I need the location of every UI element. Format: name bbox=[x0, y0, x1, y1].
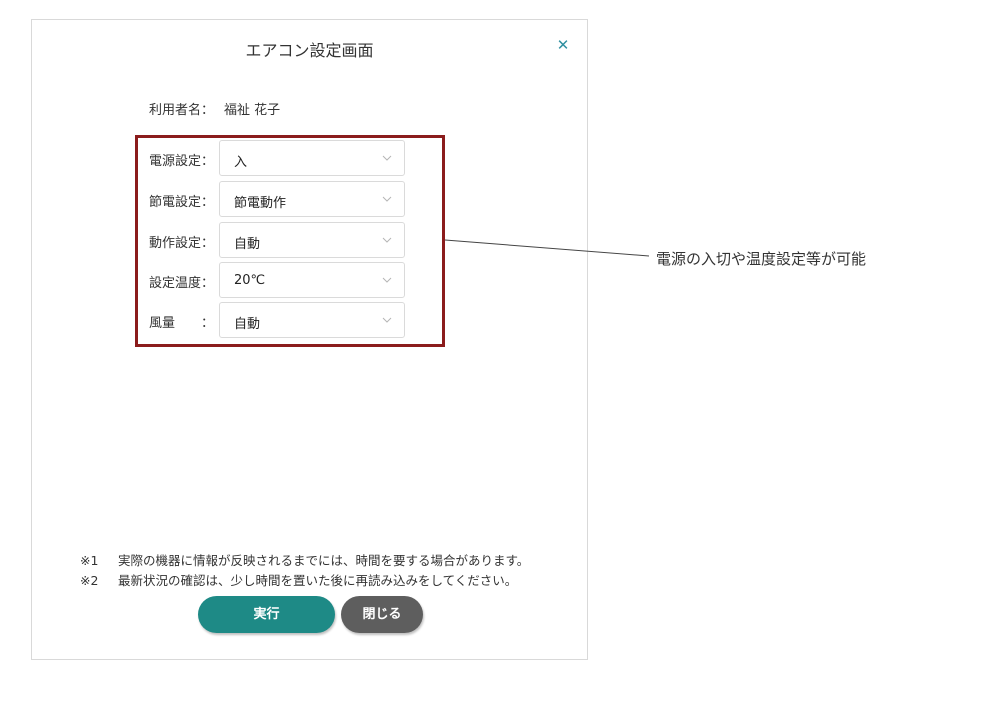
power-select[interactable]: 入 bbox=[219, 140, 405, 176]
settings-highlight-box: 電源設定： 入 節電設定： 節電動作 動作設定： 自動 設定温度： 20℃ 風量… bbox=[135, 135, 445, 347]
note-text: 最新状況の確認は、少し時間を置いた後に再読み込みをしてください。 bbox=[118, 573, 518, 588]
user-name: 福祉 花子 bbox=[224, 103, 281, 118]
note-mark: ※2 bbox=[80, 573, 99, 588]
setting-label-temperature: 設定温度： bbox=[149, 276, 215, 291]
note-item: ※1 実際の機器に情報が反映されるまでには、時間を要する場合があります。 bbox=[80, 551, 529, 571]
mode-select-value: 自動 bbox=[234, 237, 261, 252]
setting-row-fan-speed: 風量 ： 自動 bbox=[138, 302, 442, 340]
setting-label-mode: 動作設定： bbox=[149, 236, 215, 251]
power-saving-select[interactable]: 節電動作 bbox=[219, 181, 405, 217]
chevron-down-icon bbox=[382, 237, 392, 243]
aircon-settings-dialog: エアコン設定画面 ✕ 利用者名： 福祉 花子 電源設定： 入 節電設定： 節電動作 bbox=[31, 19, 588, 660]
power-select-value: 入 bbox=[234, 155, 248, 170]
close-icon[interactable]: ✕ bbox=[554, 34, 572, 56]
chevron-down-icon bbox=[382, 196, 392, 202]
notes: ※1 実際の機器に情報が反映されるまでには、時間を要する場合があります。 ※2 最新… bbox=[80, 551, 529, 591]
user-label: 利用者名： bbox=[149, 103, 215, 118]
note-text: 実際の機器に情報が反映されるまでには、時間を要する場合があります。 bbox=[118, 553, 530, 568]
setting-row-power: 電源設定： 入 bbox=[138, 140, 442, 178]
setting-label-power-saving: 節電設定： bbox=[149, 195, 215, 210]
setting-row-temperature: 設定温度： 20℃ bbox=[138, 262, 442, 300]
execute-button[interactable]: 実行 bbox=[198, 596, 335, 633]
setting-row-mode: 動作設定： 自動 bbox=[138, 222, 442, 260]
close-button[interactable]: 閉じる bbox=[341, 596, 423, 633]
fan-speed-select[interactable]: 自動 bbox=[219, 302, 405, 338]
temperature-select[interactable]: 20℃ bbox=[219, 262, 405, 298]
callout-text: 電源の入切や温度設定等が可能 bbox=[656, 250, 867, 268]
user-row: 利用者名： 福祉 花子 bbox=[149, 99, 280, 118]
setting-label-power: 電源設定： bbox=[149, 154, 215, 169]
dialog-title: エアコン設定画面 bbox=[245, 41, 374, 60]
note-mark: ※1 bbox=[80, 553, 99, 568]
fan-speed-select-value: 自動 bbox=[234, 317, 261, 332]
setting-label-fan-speed: 風量 ： bbox=[149, 316, 215, 331]
temperature-select-value: 20℃ bbox=[234, 273, 266, 288]
stage: エアコン設定画面 ✕ 利用者名： 福祉 花子 電源設定： 入 節電設定： 節電動作 bbox=[0, 0, 1000, 706]
note-item: ※2 最新状況の確認は、少し時間を置いた後に再読み込みをしてください。 bbox=[80, 571, 529, 591]
chevron-down-icon bbox=[382, 155, 392, 161]
setting-row-power-saving: 節電設定： 節電動作 bbox=[138, 181, 442, 219]
chevron-down-icon bbox=[382, 317, 392, 323]
chevron-down-icon bbox=[382, 277, 392, 283]
power-saving-select-value: 節電動作 bbox=[234, 196, 287, 211]
mode-select[interactable]: 自動 bbox=[219, 222, 405, 258]
